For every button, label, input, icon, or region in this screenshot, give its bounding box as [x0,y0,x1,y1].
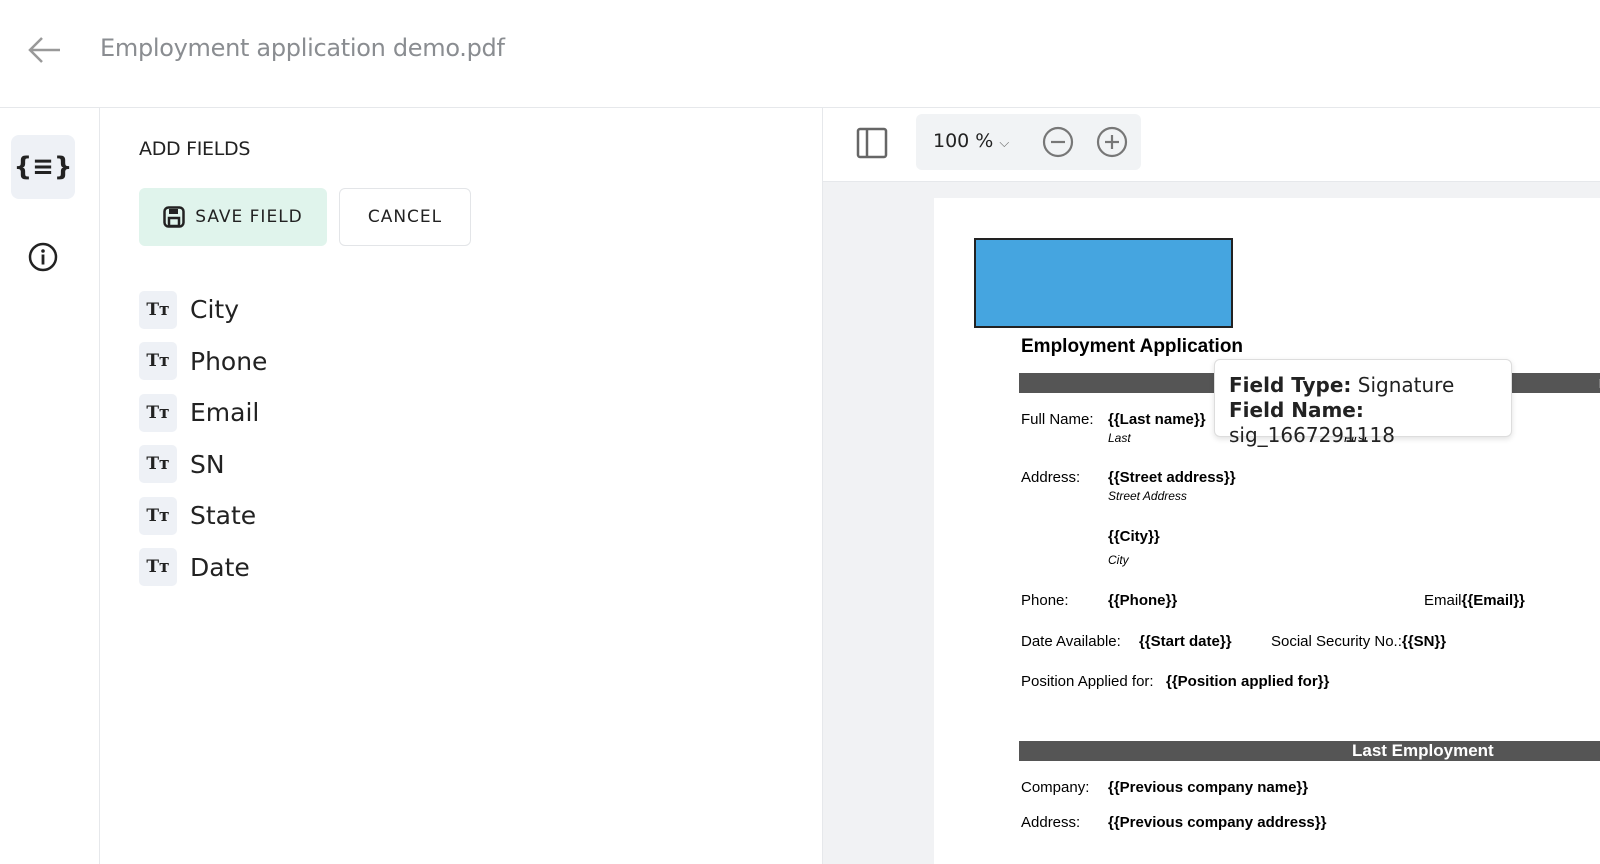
zoom-controls: 100 % ⌵ [916,114,1141,170]
section-header: Last Employment [1019,741,1600,761]
signature-field-box[interactable] [974,238,1233,328]
field-tooltip: Field Type: Signature Field Name: sig_16… [1214,359,1512,447]
label: Company: [1021,779,1090,796]
field-name-value: sig_1667291118 [1229,423,1395,447]
placeholder-field[interactable]: {{Previous company address}} [1108,814,1326,831]
field-label: State [190,501,257,531]
pdf-viewer: 100 % ⌵ Employment Application n Full Na… [823,108,1600,864]
label: Social Security No.: [1271,633,1402,650]
field-label: City [190,295,239,325]
caption: Last [1108,431,1131,445]
text-field-icon: Tт [139,445,177,484]
zoom-out-icon[interactable] [1042,126,1074,158]
cancel-button[interactable]: CANCEL [339,188,471,246]
document-title: Employment application demo.pdf [100,34,505,62]
placeholder-field[interactable]: {{Position applied for}} [1166,673,1329,690]
placeholder-field[interactable]: {{Last name}} [1108,411,1206,428]
label: Address: [1021,469,1081,486]
header: Employment application demo.pdf [0,0,1600,108]
tooltip-label: Field Name: [1229,398,1364,422]
label: Date Available: [1021,633,1121,650]
text-field-icon: Tт [139,290,177,329]
caption: Street Address [1108,489,1187,503]
field-type-value: Signature [1357,373,1455,397]
text-field-icon: Tт [139,548,177,587]
placeholder-field[interactable]: {{Start date}} [1139,633,1232,650]
viewer-toolbar: 100 % ⌵ [823,108,1600,182]
field-item-email[interactable]: Tт Email [139,387,267,439]
zoom-in-icon[interactable] [1096,126,1128,158]
field-item-state[interactable]: Tт State [139,490,267,542]
caption: City [1108,553,1129,567]
placeholder-field[interactable]: {{City}} [1108,528,1160,545]
pdf-page: Employment Application n Full Name: {{La… [934,198,1600,864]
save-field-button[interactable]: SAVE FIELD [139,188,327,246]
doc-title: Employment Application [1021,336,1244,357]
placeholder-field[interactable]: {{SN}} [1402,633,1446,650]
field-item-date[interactable]: Tт Date [139,542,267,594]
info-icon[interactable] [11,225,75,289]
field-item-city[interactable]: Tт City [139,284,267,336]
placeholder-field[interactable]: {{Email}} [1462,592,1525,609]
placeholder-field[interactable]: {{Phone}} [1108,592,1177,609]
label: Full Name: [1021,411,1094,428]
field-label: Email [190,398,260,428]
text-field-icon: Tт [139,496,177,535]
field-label: SN [190,449,225,479]
placeholder-field[interactable]: {{Previous company name}} [1108,779,1308,796]
add-fields-panel: ADD FIELDS SAVE FIELD CANCEL Tт City Tт Ph… [100,108,823,864]
label: Position Applied for: [1021,673,1154,690]
text-field-icon: Tт [139,393,177,432]
field-item-phone[interactable]: Tт Phone [139,336,267,388]
zoom-value: 100 % [933,130,994,152]
sidebar-toggle-icon[interactable] [856,127,888,159]
save-field-label: SAVE FIELD [195,207,303,227]
text-field-icon: Tт [139,342,177,381]
zoom-select[interactable]: 100 % ⌵ [933,130,1009,152]
label: Phone: [1021,592,1069,609]
field-label: Date [190,552,250,582]
label: Address: [1021,814,1081,831]
back-arrow-icon[interactable] [26,34,62,66]
chevron-down-icon: ⌵ [999,136,1010,151]
panel-heading: ADD FIELDS [139,138,251,160]
fields-icon[interactable]: {≡} [11,135,75,199]
left-rail: {≡} [0,108,100,864]
field-list: Tт City Tт Phone Tт Email Tт SN Tт State Tт Da… [139,284,267,593]
field-item-sn[interactable]: Tт SN [139,439,267,491]
label: Email [1424,592,1462,609]
placeholder-field[interactable]: {{Street address}} [1108,469,1236,486]
tooltip-label: Field Type: [1229,373,1352,397]
save-icon [163,206,185,228]
field-label: Phone [190,346,268,376]
